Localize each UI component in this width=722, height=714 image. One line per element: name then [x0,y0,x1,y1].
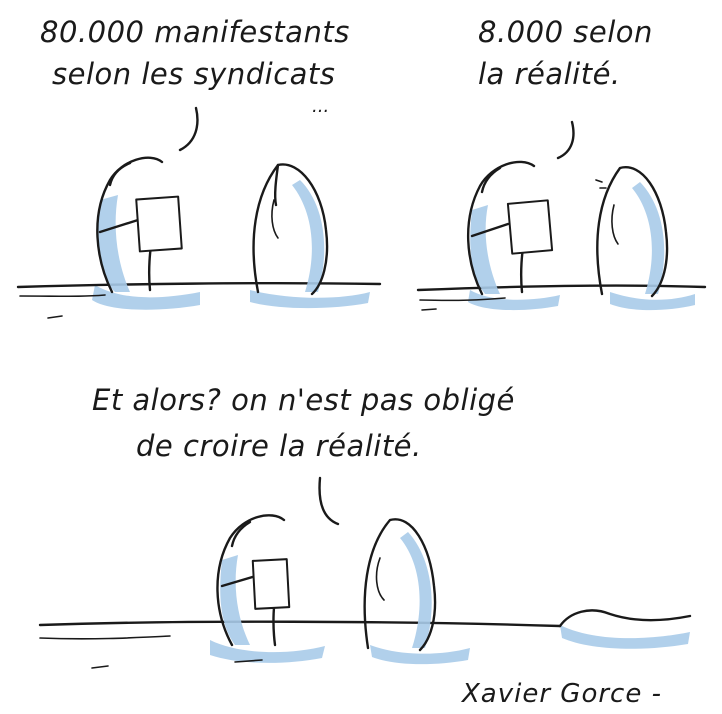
penguin-listener-3 [363,518,437,652]
panel-1-trailing-dots: ... [312,96,329,117]
panel-2: 8.000 selon la réalité. [416,15,707,311]
penguin-listener-1-shade [292,180,325,292]
panel-2-horizon [416,284,707,292]
panel-2-speech-line-2: la réalité. [478,57,621,91]
panel-3-horizon [38,620,562,628]
panel-1-water-shadow [92,285,200,310]
panel-1-water-shadow-right [250,290,370,309]
artist-signature: Xavier Gorce - [460,679,662,709]
panel-3-speech-line-2: de croire la réalité. [136,429,422,463]
panel-2-ice-mark [421,308,437,311]
penguin-reader-3-paper [251,558,291,610]
panel-2-speech-tail [556,120,575,160]
panel-1-ice-edge [19,294,106,298]
penguin-reader-2-shade [470,205,500,294]
panel-2-speech-line-1: 8.000 selon [478,15,653,49]
panel-1: 80.000 manifestants selon les syndicats … [16,15,382,319]
penguin-listener-2 [595,166,669,298]
panel-3-ice-ridge [558,609,692,628]
penguin-listener-1 [252,163,329,296]
penguin-reader-1-paper [135,195,183,253]
panel-3: Et alors? on n'est pas obligé de croire … [38,383,692,709]
panel-3-speech-tail [318,476,340,526]
panel-3-water-shadow [210,640,325,663]
panel-1-speech-line-1: 80.000 manifestants [40,15,350,49]
panel-3-ice-edge [39,635,171,640]
panel-1-speech-tail [178,106,199,152]
penguin-listener-3-flipper [375,557,385,601]
penguin-listener-1-flipper [271,199,279,239]
panel-3-speech-line-1: Et alors? on n'est pas obligé [92,383,515,417]
comic-strip: 80.000 manifestants selon les syndicats … [16,15,707,709]
penguin-reader-2-paper [506,199,554,255]
penguin-reader-3 [216,514,291,647]
panel-1-speech-line-2: selon les syndicats [52,57,335,91]
penguin-reader-1 [96,156,183,294]
panel-1-ice-mark [47,315,63,319]
penguin-listener-3-shade [400,532,432,648]
penguin-listener-2-flipper [611,204,619,245]
panel-1-horizon [16,281,382,289]
panel-3-ice-shadow [560,625,690,649]
penguin-reader-1-shade [98,195,130,292]
penguin-listener-2-surprise-marks [595,179,607,189]
penguin-listener-1-face [273,163,280,207]
panel-3-ice-mark [91,665,109,669]
penguin-reader-2 [466,160,554,296]
